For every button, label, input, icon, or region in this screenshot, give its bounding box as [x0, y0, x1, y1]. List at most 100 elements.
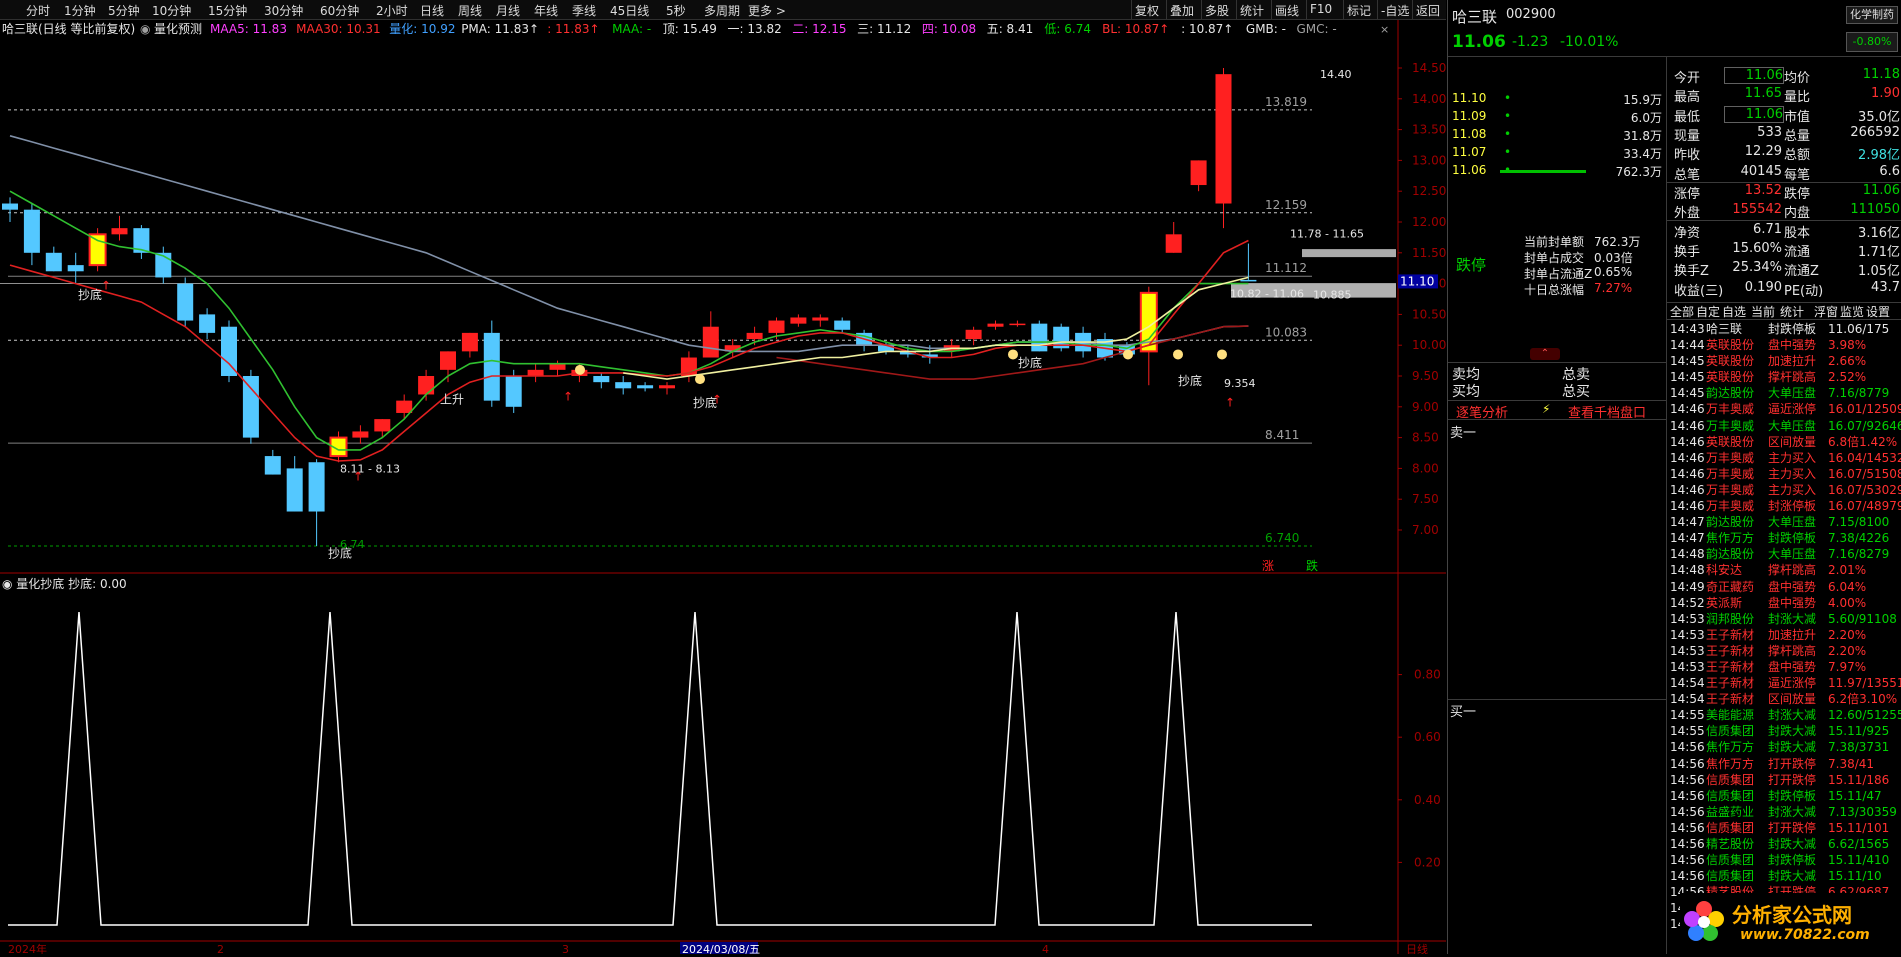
- tick-value: 2.66%: [1828, 354, 1867, 369]
- list-item[interactable]: 14:55 美能能源 封涨大减 12.60/51255: [1668, 707, 1901, 723]
- list-item[interactable]: 14:43 哈三联 封跌停板 11.06/175: [1668, 321, 1901, 337]
- ma-label: 10.885: [1313, 289, 1352, 302]
- list-item[interactable]: 14:49 奇正藏药 盘中强势 6.04%: [1668, 579, 1901, 595]
- list-item[interactable]: 14:52 英派斯 盘中强势 4.00%: [1668, 595, 1901, 611]
- limit-key-1: 封单占成交: [1524, 251, 1585, 265]
- tick-alert-list[interactable]: 14:43 哈三联 封跌停板 11.06/175 14:44 英联股份 盘中强势 3.98% 1…: [1668, 321, 1901, 933]
- news-tab-7[interactable]: 设置: [1866, 303, 1890, 320]
- tick-value: 7.97%: [1828, 659, 1867, 674]
- period-tab-12[interactable]: 季线: [572, 2, 596, 19]
- news-tab-1[interactable]: 自定: [1696, 303, 1720, 320]
- tick-event: 封涨大减: [1768, 611, 1817, 626]
- y-tick-label: 10.50: [1412, 307, 1446, 321]
- list-item[interactable]: 14:56 信质集团 打开跌停 15.11/101: [1668, 820, 1901, 836]
- list-item[interactable]: 14:56 焦作万方 封跌大减 7.38/3731: [1668, 739, 1901, 755]
- list-item[interactable]: 14:55 信质集团 封跌大减 15.11/925: [1668, 723, 1901, 739]
- period-tab-13[interactable]: 45日线: [610, 2, 649, 19]
- toolbar-button-7[interactable]: -自选: [1381, 2, 1409, 19]
- list-item[interactable]: 14:56 信质集团 封跌停板 15.11/47: [1668, 788, 1901, 804]
- tick-event: 封跌停板: [1768, 788, 1817, 803]
- list-item[interactable]: 14:53 王子新材 撑杆跳高 2.20%: [1668, 643, 1901, 659]
- period-tab-8[interactable]: 日线: [420, 2, 444, 19]
- period-tab-9[interactable]: 周线: [458, 2, 482, 19]
- settings-icon[interactable]: ◉: [140, 22, 150, 36]
- list-item[interactable]: 14:53 王子新材 加速拉升 2.20%: [1668, 627, 1901, 643]
- toolbar-button-6[interactable]: 标记: [1347, 2, 1371, 19]
- period-tab-4[interactable]: 15分钟: [208, 2, 247, 19]
- signal-label: 9.354: [1224, 377, 1256, 390]
- legend-item-6: 顶: 15.49: [663, 22, 717, 36]
- period-tab-7[interactable]: 2小时: [376, 2, 408, 19]
- news-tab-6[interactable]: 监览: [1840, 303, 1864, 320]
- order-dot-2: •: [1504, 127, 1512, 141]
- list-item[interactable]: 14:45 英联股份 撑杆跳高 2.52%: [1668, 369, 1901, 385]
- tick-event: 大单压盘: [1768, 418, 1817, 433]
- x-axis-period: 日线: [1406, 942, 1428, 954]
- tick-event: 大单压盘: [1768, 515, 1817, 530]
- list-item[interactable]: 14:56 信质集团 打开跌停 15.11/186: [1668, 772, 1901, 788]
- tick-event: 加速拉升: [1768, 627, 1817, 642]
- period-tab-16[interactable]: 更多 >: [748, 2, 786, 19]
- divider: [1666, 310, 1667, 954]
- list-item[interactable]: 14:56 益盛药业 封涨大减 7.13/30359: [1668, 804, 1901, 820]
- list-item[interactable]: 14:48 科安达 撑杆跳高 2.01%: [1668, 562, 1901, 578]
- list-item[interactable]: 14:46 万丰奥威 主力买入 16.07/51508: [1668, 466, 1901, 482]
- period-tab-2[interactable]: 5分钟: [108, 2, 140, 19]
- list-item[interactable]: 14:53 王子新材 盘中强势 7.97%: [1668, 659, 1901, 675]
- list-item[interactable]: 14:47 焦作万方 封跌停板 7.38/4226: [1668, 530, 1901, 546]
- period-tab-6[interactable]: 60分钟: [320, 2, 359, 19]
- stat-label2-1: 量比: [1784, 90, 1811, 106]
- list-item[interactable]: 14:56 信质集团 封跌停板 15.11/410: [1668, 852, 1901, 868]
- list-item[interactable]: 14:46 万丰奥威 主力买入 16.07/53029: [1668, 482, 1901, 498]
- list-item[interactable]: 14:46 万丰奥威 主力买入 16.04/14532: [1668, 450, 1901, 466]
- tick-stock: 韵达股份: [1706, 386, 1755, 401]
- news-tab-2[interactable]: 自选: [1722, 303, 1746, 320]
- period-tab-14[interactable]: 5秒: [666, 2, 686, 19]
- list-item[interactable]: 14:47 韵达股份 大单压盘 7.15/8100: [1668, 514, 1901, 530]
- toolbar-button-8[interactable]: 返回: [1416, 2, 1440, 19]
- period-tab-10[interactable]: 月线: [496, 2, 520, 19]
- toolbar-button-0[interactable]: 复权: [1135, 2, 1159, 19]
- list-item[interactable]: 14:53 润邦股份 封涨大减 5.60/91108: [1668, 611, 1901, 627]
- list-item[interactable]: 14:56 精艺股份 封跌大减 6.62/1565: [1668, 836, 1901, 852]
- close-icon[interactable]: ×: [1380, 23, 1389, 36]
- kline-chart[interactable]: 哈三联(日线 等比前复权) ◉ 量化预测 MAA5: 11.83 MAA30: 10.3…: [0, 20, 1446, 956]
- period-tab-0[interactable]: 分时: [26, 2, 50, 19]
- toolbar-button-3[interactable]: 统计: [1240, 2, 1264, 19]
- list-item[interactable]: 14:48 韵达股份 大单压盘 7.16/8279: [1668, 546, 1901, 562]
- list-item[interactable]: 14:45 英联股份 加速拉升 2.66%: [1668, 353, 1901, 369]
- news-tab-3[interactable]: 当前: [1751, 303, 1775, 320]
- sector-tag-button[interactable]: 化学制药: [1846, 6, 1898, 24]
- tick-value: 6.62/1565: [1828, 837, 1890, 851]
- period-tab-15[interactable]: 多周期: [704, 2, 740, 19]
- toolbar-button-4[interactable]: 画线: [1275, 2, 1299, 19]
- stat-value2-0: 11.18: [1862, 67, 1900, 82]
- period-tab-11[interactable]: 年线: [534, 2, 558, 19]
- news-tab-0[interactable]: 全部: [1670, 303, 1694, 320]
- period-tab-1[interactable]: 1分钟: [64, 2, 96, 19]
- list-item[interactable]: 14:44 英联股份 盘中强势 3.98%: [1668, 337, 1901, 353]
- list-item[interactable]: 14:56 信质集团 封跌大减 15.11/10: [1668, 868, 1901, 884]
- list-item[interactable]: 14:54 王子新材 区间放量 6.2倍3.10%: [1668, 691, 1901, 707]
- collapse-button[interactable]: ⌃: [1530, 348, 1560, 360]
- list-item[interactable]: 14:46 万丰奥威 大单压盘 16.07/92646: [1668, 418, 1901, 434]
- list-item[interactable]: 14:45 韵达股份 大单压盘 7.16/8779: [1668, 385, 1901, 401]
- list-item[interactable]: 14:54 王子新材 逼近涨停 11.97/13551: [1668, 675, 1901, 691]
- list-item[interactable]: 14:46 万丰奥威 逼近涨停 16.01/12509: [1668, 401, 1901, 417]
- legend-item-13: BL: 10.87↑: [1102, 22, 1169, 36]
- tick-value: 5.60/91108: [1828, 611, 1897, 626]
- toolbar-button-2[interactable]: 多股: [1205, 2, 1229, 19]
- high-label: 14.40: [1320, 68, 1352, 81]
- list-item[interactable]: 14:56 焦作万方 打开跌停 7.38/41: [1668, 756, 1901, 772]
- news-tab-5[interactable]: 浮窗: [1814, 303, 1838, 320]
- list-item[interactable]: 14:46万丰奥威封涨停板 16.07/489794: [1668, 498, 1901, 514]
- news-tab-4[interactable]: 统计: [1780, 303, 1804, 320]
- toolbar-button-5[interactable]: F10: [1310, 2, 1332, 16]
- limit-key-3: 十日总涨幅: [1524, 283, 1585, 297]
- bolt-icon[interactable]: ⚡: [1542, 402, 1550, 416]
- period-tab-5[interactable]: 30分钟: [264, 2, 303, 19]
- toolbar-button-1[interactable]: 叠加: [1170, 2, 1194, 19]
- period-tab-3[interactable]: 10分钟: [152, 2, 191, 19]
- limit-val-1: 0.03倍: [1594, 251, 1633, 265]
- list-item[interactable]: 14:46 英联股份 区间放量 6.8倍1.42%: [1668, 434, 1901, 450]
